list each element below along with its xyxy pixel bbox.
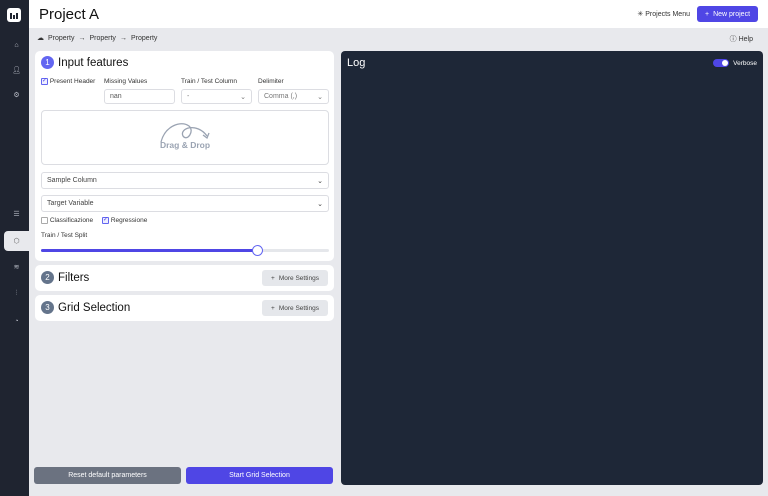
sample-column-select[interactable]: Sample Column ⌄ [41, 172, 329, 189]
train-test-column-select[interactable]: - ⌄ [181, 89, 252, 104]
chevron-down-icon: ⌄ [240, 93, 246, 101]
breadcrumb: ☁ Property → Property → Property [37, 34, 157, 43]
input-features-card: 1 Input features ✓ Present Header Missing… [35, 51, 334, 261]
log-panel: Log Verbose [341, 51, 763, 485]
filters-card: 2 Filters + More Settings [35, 265, 334, 291]
step-number: 1 [41, 56, 54, 69]
verbose-toggle[interactable]: Verbose [713, 59, 757, 67]
select-value: Target Variable [47, 200, 94, 207]
delimiter-select[interactable]: Comma (,) ⌄ [258, 89, 329, 104]
start-grid-selection-button[interactable]: Start Grid Selection [186, 467, 333, 484]
target-variable-select[interactable]: Target Variable ⌄ [41, 195, 329, 212]
plus-icon: + [271, 304, 275, 312]
help-icon: ⓘ [729, 36, 737, 43]
sidebar-sliders-icon[interactable]: ⫶ [4, 284, 29, 304]
classificazione-checkbox[interactable]: Classificazione [41, 217, 93, 224]
regressione-checkbox[interactable]: ✓ Regressione [102, 217, 147, 224]
missing-values-input[interactable]: nan [104, 89, 175, 104]
sidebar-database-icon[interactable]: ☰ [4, 204, 29, 224]
classificazione-label: Classificazione [49, 217, 94, 225]
more-settings-label: More Settings [278, 274, 319, 282]
breadcrumb-item[interactable]: Property [131, 35, 157, 42]
checkbox-box [41, 217, 48, 224]
chevron-down-icon: ⌄ [317, 93, 323, 101]
plus-icon: + [704, 10, 710, 18]
plus-icon: + [271, 274, 275, 282]
grid-selection-card: 3 Grid Selection + More Settings [35, 295, 334, 321]
drag-drop-zone[interactable]: Drag & Drop [41, 110, 329, 165]
chevron-down-icon: ⌄ [317, 200, 323, 208]
header: Project A ✳ Projects Menu + New project [29, 0, 768, 28]
split-slider[interactable] [41, 245, 329, 256]
verbose-label: Verbose [733, 59, 757, 67]
projects-menu-button[interactable]: ✳ Projects Menu [637, 10, 690, 18]
sidebar-home-icon[interactable]: ⌂ [4, 35, 29, 55]
help-label: Help [738, 36, 753, 43]
card-title: Filters [58, 271, 90, 284]
drag-drop-label: Drag & Drop [159, 140, 211, 150]
new-project-button[interactable]: + New project [697, 6, 758, 22]
arrow-right-icon: → [119, 34, 127, 42]
select-value: Comma (,) [264, 93, 298, 100]
grid-more-settings-button[interactable]: + More Settings [262, 300, 328, 316]
regressione-label: Regressione [110, 217, 148, 225]
check-icon: ✓ [41, 78, 48, 85]
asterisk-icon: ✳ [637, 11, 644, 18]
delimiter-label: Delimiter [258, 78, 284, 85]
sidebar-user-icon[interactable]: 👤︎ [4, 60, 29, 80]
card-title: Grid Selection [58, 301, 131, 314]
filters-more-settings-button[interactable]: + More Settings [262, 270, 328, 286]
more-settings-label: More Settings [278, 304, 319, 312]
card-title: Input features [58, 56, 129, 69]
select-value: - [187, 93, 190, 100]
sidebar-settings-icon[interactable]: ⚙ [4, 85, 29, 105]
breadcrumb-item[interactable]: Property [48, 35, 74, 42]
slider-thumb[interactable] [252, 245, 263, 256]
train-test-column-label: Train / Test Column [181, 78, 237, 85]
split-label: Train / Test Split [41, 232, 88, 239]
breadcrumb-item[interactable]: Property [89, 35, 115, 42]
help-button[interactable]: ⓘ Help [730, 34, 753, 44]
reset-defaults-button[interactable]: Reset default parameters [34, 467, 181, 484]
present-header-checkbox[interactable]: ✓ Present Header [41, 78, 95, 85]
log-title: Log [347, 57, 366, 69]
chevron-down-icon: ⌄ [317, 177, 323, 185]
check-icon: ✓ [102, 217, 109, 224]
select-value: Sample Column [47, 177, 97, 184]
arrow-right-icon: → [78, 34, 86, 42]
sidebar-cube-icon[interactable]: ⬡ [4, 231, 29, 251]
page-title: Project A [39, 6, 100, 23]
cloud-icon: ☁ [37, 35, 44, 42]
toggle-switch[interactable] [713, 59, 730, 67]
projects-menu-label: Projects Menu [645, 11, 690, 18]
slider-fill [41, 249, 257, 252]
missing-values-label: Missing Values [104, 78, 148, 85]
step-number: 2 [41, 271, 54, 284]
new-project-label: New project [713, 10, 751, 18]
sidebar: ⌂ 👤︎ ⚙ ☰ ⬡ ≋ ⫶ ◔ [0, 0, 29, 496]
present-header-label: Present Header [49, 78, 96, 86]
step-number: 3 [41, 301, 54, 314]
sidebar-layers-icon[interactable]: ≋ [4, 257, 29, 277]
sidebar-pie-chart-icon[interactable]: ◔ [4, 311, 29, 331]
app-logo-icon[interactable] [7, 8, 21, 22]
